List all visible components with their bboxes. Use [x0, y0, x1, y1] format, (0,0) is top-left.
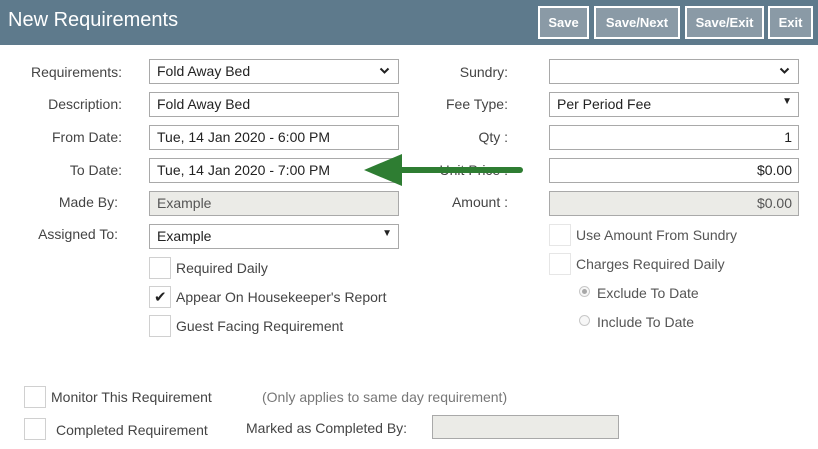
made-by-label: Made By:: [58, 194, 118, 210]
assigned-to-select[interactable]: Example ▼: [149, 224, 399, 249]
include-to-date-label: Include To Date: [597, 314, 695, 330]
marked-completed-by-field: [432, 415, 619, 439]
guest-facing-label: Guest Facing Requirement: [176, 318, 344, 334]
charges-required-daily-checkbox[interactable]: [549, 253, 571, 275]
monitor-note: (Only applies to same day requirement): [262, 389, 508, 405]
annotation-arrow-icon: [364, 154, 523, 186]
dropdown-arrow-icon: ▼: [782, 96, 792, 107]
requirements-label: Requirements:: [30, 64, 122, 80]
checkmark-icon: ✔: [154, 289, 167, 306]
exclude-to-date-label: Exclude To Date: [597, 285, 699, 301]
description-label: Description:: [48, 96, 122, 112]
page-title: New Requirements: [8, 9, 179, 31]
radio-selected-dot: [582, 289, 587, 294]
completed-requirement-checkbox[interactable]: [24, 418, 46, 440]
qty-value: 1: [784, 129, 792, 145]
use-amount-from-sundry-label: Use Amount From Sundry: [576, 227, 738, 243]
sundry-select[interactable]: [549, 59, 799, 84]
amount-value: $0.00: [756, 195, 792, 211]
use-amount-from-sundry-checkbox[interactable]: [549, 224, 571, 246]
unit-price-input[interactable]: $0.00: [549, 158, 799, 183]
qty-input[interactable]: 1: [549, 125, 799, 150]
save-exit-button[interactable]: Save/Exit: [685, 6, 764, 39]
include-to-date-radio[interactable]: [579, 315, 590, 326]
from-date-label: From Date:: [51, 129, 122, 145]
monitor-requirement-checkbox[interactable]: [24, 386, 46, 408]
exclude-to-date-radio[interactable]: [579, 286, 590, 297]
dropdown-arrow-icon: ▼: [382, 228, 392, 239]
description-input[interactable]: Fold Away Bed: [149, 92, 399, 117]
chevron-down-icon: [379, 65, 390, 79]
fee-type-label: Fee Type:: [445, 96, 508, 112]
save-next-button[interactable]: Save/Next: [594, 6, 680, 39]
description-value: Fold Away Bed: [157, 96, 251, 112]
exit-button[interactable]: Exit: [768, 6, 813, 39]
requirements-select[interactable]: Fold Away Bed: [149, 59, 399, 84]
assigned-to-value: Example: [157, 228, 212, 244]
qty-label: Qty :: [478, 129, 508, 145]
charges-required-daily-label: Charges Required Daily: [576, 256, 725, 272]
fee-type-select[interactable]: Per Period Fee ▼: [549, 92, 799, 117]
to-date-value: Tue, 14 Jan 2020 - 7:00 PM: [157, 162, 331, 178]
unit-price-value: $0.00: [756, 162, 792, 178]
amount-field: $0.00: [549, 191, 799, 216]
appear-on-housekeeper-checkbox[interactable]: ✔: [149, 286, 171, 308]
required-daily-label: Required Daily: [176, 260, 268, 276]
from-date-value: Tue, 14 Jan 2020 - 6:00 PM: [157, 129, 331, 145]
from-date-input[interactable]: Tue, 14 Jan 2020 - 6:00 PM: [149, 125, 399, 150]
appear-on-housekeeper-label: Appear On Housekeeper's Report: [176, 289, 387, 305]
completed-requirement-label: Completed Requirement: [56, 422, 208, 438]
required-daily-checkbox[interactable]: [149, 257, 171, 279]
requirements-value: Fold Away Bed: [157, 63, 251, 79]
amount-label: Amount :: [451, 194, 508, 210]
sundry-label: Sundry:: [459, 64, 508, 80]
monitor-requirement-label: Monitor This Requirement: [51, 389, 212, 405]
to-date-label: To Date:: [69, 162, 122, 178]
chevron-down-icon: [779, 65, 790, 79]
guest-facing-checkbox[interactable]: [149, 315, 171, 337]
save-button[interactable]: Save: [538, 6, 589, 39]
made-by-field: Example: [149, 191, 399, 216]
made-by-value: Example: [157, 195, 212, 211]
fee-type-value: Per Period Fee: [557, 96, 652, 112]
marked-completed-by-label: Marked as Completed By:: [246, 420, 408, 436]
assigned-to-label: Assigned To:: [38, 226, 118, 242]
